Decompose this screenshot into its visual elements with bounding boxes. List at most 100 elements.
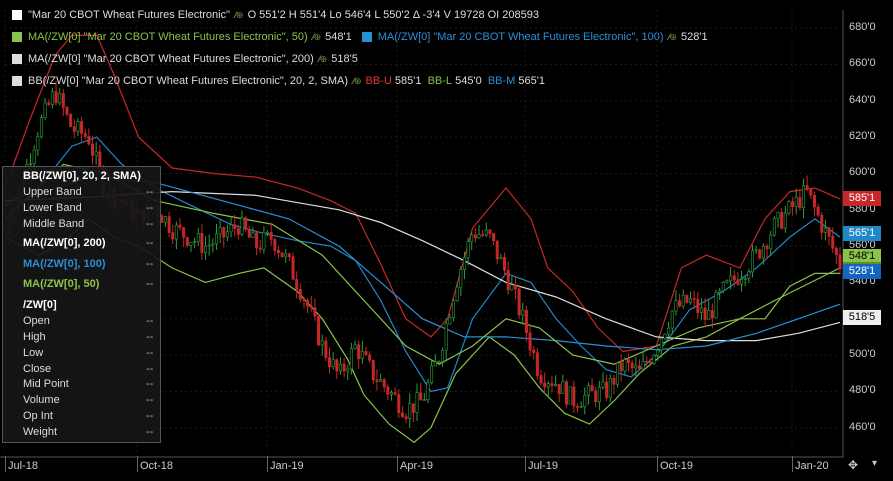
candle-body — [309, 306, 313, 308]
candle-body — [433, 361, 437, 367]
candle-body — [276, 250, 280, 254]
candle-body — [754, 249, 758, 252]
candle-body — [579, 406, 583, 408]
candle-body — [568, 386, 572, 405]
candle-body — [43, 102, 47, 118]
candle-body — [390, 392, 394, 395]
candle-body — [725, 280, 729, 283]
candle-body — [280, 252, 284, 258]
candle-body — [583, 394, 587, 407]
time-tick — [657, 456, 658, 472]
dw-value: -- — [146, 315, 154, 327]
candle-body — [400, 412, 404, 418]
candle-body — [353, 344, 357, 349]
price-tick-label: 480'0 — [849, 384, 876, 397]
candle-body — [91, 143, 95, 156]
candle-body — [707, 310, 711, 320]
bb-middle-value: 565'1 — [518, 75, 545, 87]
candle-body — [459, 269, 463, 288]
candle-body — [772, 218, 776, 236]
chevron-down-icon[interactable]: ▾ — [872, 458, 877, 469]
candle-body — [535, 352, 539, 376]
candle-body — [167, 216, 171, 233]
candle-body — [411, 403, 415, 414]
candle-body — [72, 126, 76, 132]
dw-value: -- — [146, 278, 154, 290]
candle-body — [174, 224, 178, 240]
candle-body — [80, 121, 84, 134]
dw-row-middle-band: Middle Band — [23, 218, 85, 230]
dw-row-open: Open — [23, 315, 50, 327]
candle-body — [244, 217, 248, 230]
candle-body — [524, 309, 528, 334]
candle-body — [776, 212, 780, 219]
candle-body — [798, 196, 802, 208]
candle-body — [386, 386, 390, 395]
candle-body — [506, 269, 510, 291]
candle-body — [163, 216, 167, 223]
move-icon[interactable]: ✥ — [848, 458, 858, 472]
ma100-value: 528'1 — [681, 31, 708, 43]
candle-body — [360, 351, 364, 360]
candle-body — [645, 360, 649, 363]
input-icon[interactable]: ⁄⁄⊕ — [235, 10, 243, 21]
ma50-value: 548'1 — [325, 31, 352, 43]
dw-symbol-title: /ZW[0] — [23, 299, 57, 311]
series-swatch — [12, 10, 22, 20]
dw-value: -- — [146, 331, 154, 343]
candle-body — [586, 385, 590, 396]
candle-body — [222, 227, 226, 238]
candle-body — [532, 349, 536, 354]
time-tick — [137, 456, 138, 472]
dw-ma100-title: MA(/ZW[0], 100) — [23, 258, 106, 270]
ma200-label[interactable]: MA(/ZW[0] "Mar 20 CBOT Wheat Futures Ele… — [28, 53, 314, 65]
instrument-header: "Mar 20 CBOT Wheat Futures Electronic" ⁄… — [12, 9, 539, 21]
dw-ma200-title: MA(/ZW[0], 200) — [23, 237, 106, 249]
bb-label[interactable]: BB(/ZW[0] "Mar 20 CBOT Wheat Futures Ele… — [28, 75, 348, 87]
candle-body — [324, 340, 328, 358]
candle-body — [740, 279, 744, 285]
candle-body — [721, 281, 725, 292]
candle-body — [750, 250, 754, 273]
candle-body — [703, 307, 707, 320]
candle-body — [481, 234, 485, 236]
input-icon[interactable]: ⁄⁄⊕ — [319, 54, 327, 65]
candle-body — [331, 359, 335, 368]
candle-body — [204, 245, 208, 253]
dw-row-lower-band: Lower Band — [23, 202, 82, 214]
candle-body — [769, 234, 773, 250]
candle-body — [503, 257, 507, 271]
candle-body — [561, 381, 565, 395]
candle-body — [171, 232, 175, 240]
instrument-name[interactable]: "Mar 20 CBOT Wheat Futures Electronic" — [28, 9, 230, 21]
candle-body — [214, 233, 218, 245]
bb-upper-value: 585'1 — [394, 75, 422, 87]
dw-value: -- — [146, 347, 154, 359]
candle-body — [58, 93, 62, 104]
price-tick-label: 640'0 — [849, 93, 876, 106]
input-icon[interactable]: ⁄⁄⊕ — [313, 32, 321, 43]
candle-body — [557, 384, 561, 395]
candle-body — [597, 386, 601, 403]
price-tick-label: 680'0 — [849, 21, 876, 34]
ma100-label[interactable]: MA(/ZW[0] "Mar 20 CBOT Wheat Futures Ele… — [378, 31, 664, 43]
candle-body — [736, 279, 740, 285]
price-tag: 585'1 — [843, 191, 881, 206]
candle-body — [255, 232, 259, 249]
candle-body — [696, 298, 700, 313]
candle-body — [251, 232, 255, 238]
input-icon[interactable]: ⁄⁄⊕ — [669, 32, 677, 43]
time-tick — [397, 456, 398, 472]
candle-body — [601, 381, 605, 388]
ma100-swatch — [361, 32, 372, 42]
input-icon[interactable]: ⁄⁄⊕ — [353, 76, 361, 87]
candle-body — [54, 91, 58, 104]
candle-body — [827, 227, 831, 237]
ma50-label[interactable]: MA(/ZW[0] "Mar 20 CBOT Wheat Futures Ele… — [28, 31, 308, 43]
candle-body — [419, 392, 423, 401]
candle-body — [430, 365, 434, 384]
ma50-swatch — [12, 32, 22, 42]
candle-body — [667, 327, 671, 335]
candle-body — [594, 390, 598, 403]
candle-body — [608, 377, 612, 399]
